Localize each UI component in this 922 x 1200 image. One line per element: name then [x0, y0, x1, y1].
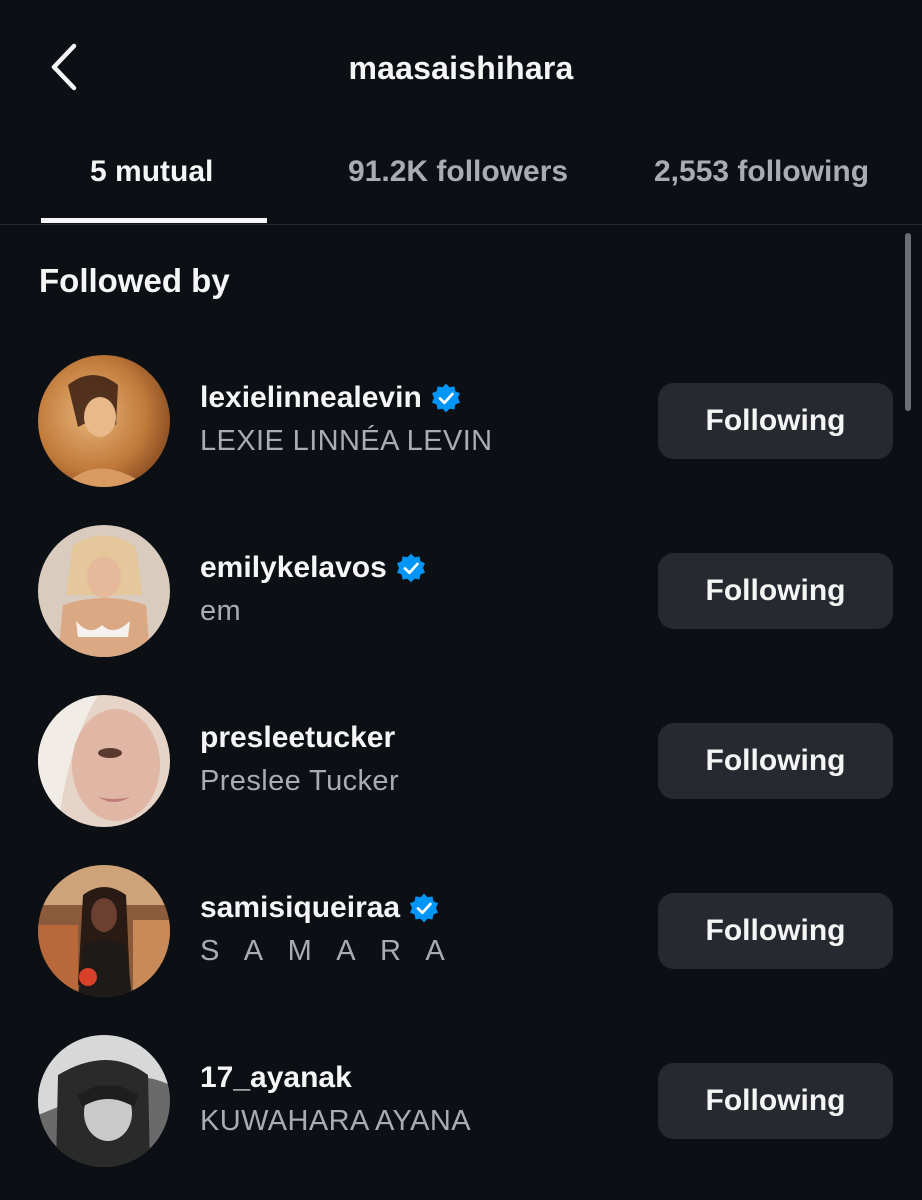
section-title: Followed by: [39, 262, 230, 299]
list-item[interactable]: emilykelavos em Following: [0, 525, 922, 665]
full-name: S A M A R A: [200, 935, 454, 967]
username[interactable]: lexielinnealevin: [200, 381, 422, 415]
full-name: KUWAHARA AYANA: [200, 1105, 471, 1137]
tab-bar: 5 mutual 91.2K followers 2,553 following: [0, 140, 922, 225]
following-button[interactable]: Following: [658, 383, 893, 459]
list-item[interactable]: presleetucker Preslee Tucker Following: [0, 695, 922, 835]
avatar[interactable]: [38, 695, 170, 827]
username[interactable]: presleetucker: [200, 721, 395, 755]
following-button[interactable]: Following: [658, 723, 893, 799]
full-name: em: [200, 595, 242, 627]
verified-badge-icon: [431, 383, 460, 413]
avatar[interactable]: [38, 1035, 170, 1167]
list-item[interactable]: samisiqueiraa S A M A R A Following: [0, 865, 922, 1005]
username[interactable]: samisiqueiraa: [200, 891, 400, 925]
tab-followers[interactable]: 91.2K followers: [348, 155, 568, 189]
avatar[interactable]: [38, 525, 170, 657]
top-bar: maasaishihara: [0, 0, 922, 140]
tab-following[interactable]: 2,553 following: [654, 155, 869, 189]
full-name: LEXIE LINNÉA LEVIN: [200, 425, 493, 457]
verified-badge-icon: [410, 893, 439, 923]
full-name: Preslee Tucker: [200, 765, 400, 797]
username[interactable]: emilykelavos: [200, 551, 387, 585]
page-title: maasaishihara: [348, 50, 574, 86]
avatar[interactable]: [38, 865, 170, 997]
tab-mutual[interactable]: 5 mutual: [90, 155, 213, 189]
active-tab-indicator: [41, 218, 267, 223]
avatar[interactable]: [38, 355, 170, 487]
list-item[interactable]: lexielinnealevin LEXIE LINNÉA LEVIN Foll…: [0, 355, 922, 495]
following-button[interactable]: Following: [658, 893, 893, 969]
list-item[interactable]: 17_ayanak KUWAHARA AYANA Following: [0, 1035, 922, 1175]
verified-badge-icon: [396, 553, 425, 583]
username[interactable]: 17_ayanak: [200, 1061, 352, 1095]
following-button[interactable]: Following: [658, 1063, 893, 1139]
following-button[interactable]: Following: [658, 553, 893, 629]
